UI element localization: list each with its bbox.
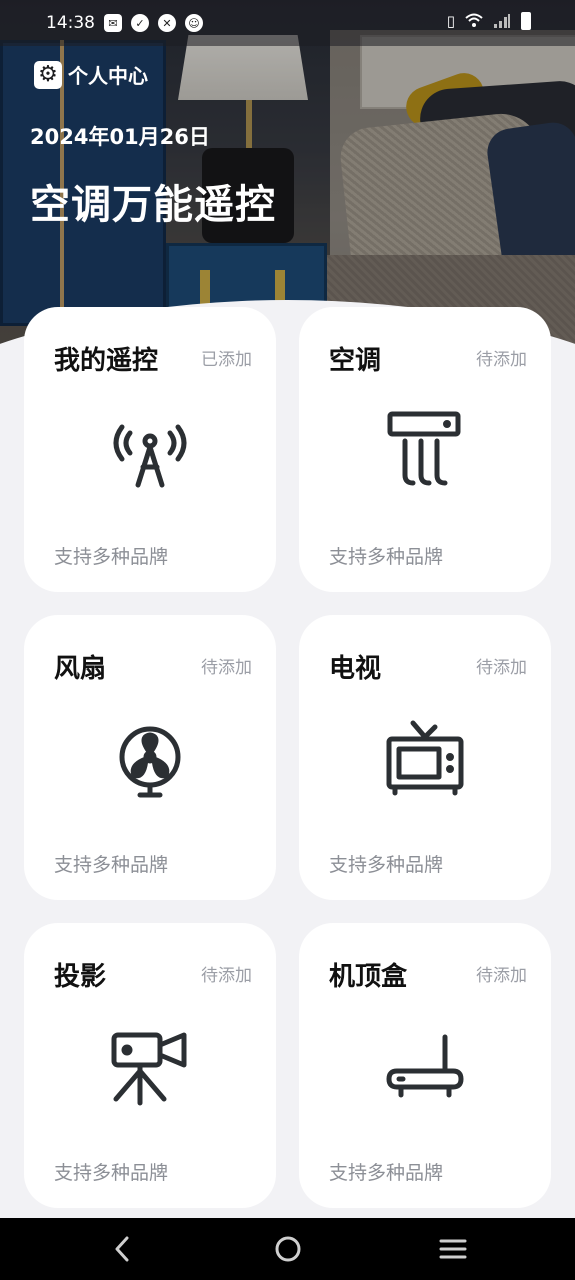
- card-set-top-box[interactable]: 机顶盒 待添加 支持多种品牌: [299, 923, 551, 1208]
- antenna-tower-icon: [113, 424, 187, 488]
- card-subtitle: 支持多种品牌: [329, 1162, 444, 1184]
- fan-icon: [119, 726, 181, 798]
- menu-icon[interactable]: [438, 1234, 468, 1264]
- mail-icon: ✉: [104, 14, 122, 32]
- system-nav-bar: [0, 1218, 575, 1280]
- status-right-icons: ▯: [447, 12, 531, 30]
- card-status: 待添加: [476, 658, 527, 678]
- card-title: 风扇: [54, 654, 107, 684]
- card-my-remote[interactable]: 我的遥控 已添加 支持多种品牌: [24, 307, 276, 592]
- personal-center-button[interactable]: ⚙ 个人中心: [34, 60, 148, 89]
- card-projector[interactable]: 投影 待添加 支持多种品牌: [24, 923, 276, 1208]
- card-subtitle: 支持多种品牌: [329, 854, 444, 876]
- card-subtitle: 支持多种品牌: [54, 854, 169, 876]
- card-fan[interactable]: 风扇 待添加 支持多种品牌: [24, 615, 276, 900]
- app-title: 空调万能遥控: [30, 182, 276, 228]
- card-title: 投影: [54, 962, 107, 992]
- card-air-conditioner[interactable]: 空调 待添加 支持多种品牌: [299, 307, 551, 592]
- card-tv[interactable]: 电视 待添加 支持多种品牌: [299, 615, 551, 900]
- check-circle-icon: ✓: [131, 14, 149, 32]
- card-subtitle: 支持多种品牌: [54, 546, 169, 568]
- card-title: 我的遥控: [54, 346, 159, 376]
- status-left-icons: ✉ ✓ ✕ ☺: [104, 14, 203, 32]
- card-subtitle: 支持多种品牌: [54, 1162, 169, 1184]
- card-title: 机顶盒: [329, 962, 408, 992]
- card-status: 待添加: [201, 966, 252, 986]
- card-status: 待添加: [476, 966, 527, 986]
- status-bar: 14:38 ✉ ✓ ✕ ☺ ▯: [0, 0, 575, 46]
- gear-icon: ⚙: [34, 60, 62, 89]
- wifi-icon: [465, 13, 483, 27]
- card-status: 待添加: [201, 658, 252, 678]
- card-status: 待添加: [476, 350, 527, 370]
- signal-icon: [494, 14, 510, 28]
- tv-icon: [386, 720, 464, 796]
- card-title: 空调: [329, 346, 382, 376]
- card-subtitle: 支持多种品牌: [329, 546, 444, 568]
- card-title: 电视: [329, 654, 382, 684]
- air-conditioner-icon: [387, 411, 461, 486]
- alien-icon: ☺: [185, 14, 203, 32]
- battery-icon: [521, 12, 531, 30]
- back-icon[interactable]: [112, 1234, 132, 1264]
- projector-camera-icon: [111, 1032, 187, 1106]
- date-text: 2024年01月26日: [30, 125, 210, 149]
- shield-icon: ✕: [158, 14, 176, 32]
- status-time: 14:38: [46, 13, 95, 33]
- vibrate-icon: ▯: [446, 12, 455, 30]
- set-top-box-icon: [386, 1034, 464, 1098]
- personal-center-label: 个人中心: [68, 64, 148, 88]
- home-icon[interactable]: [273, 1234, 303, 1264]
- card-status: 已添加: [201, 350, 252, 370]
